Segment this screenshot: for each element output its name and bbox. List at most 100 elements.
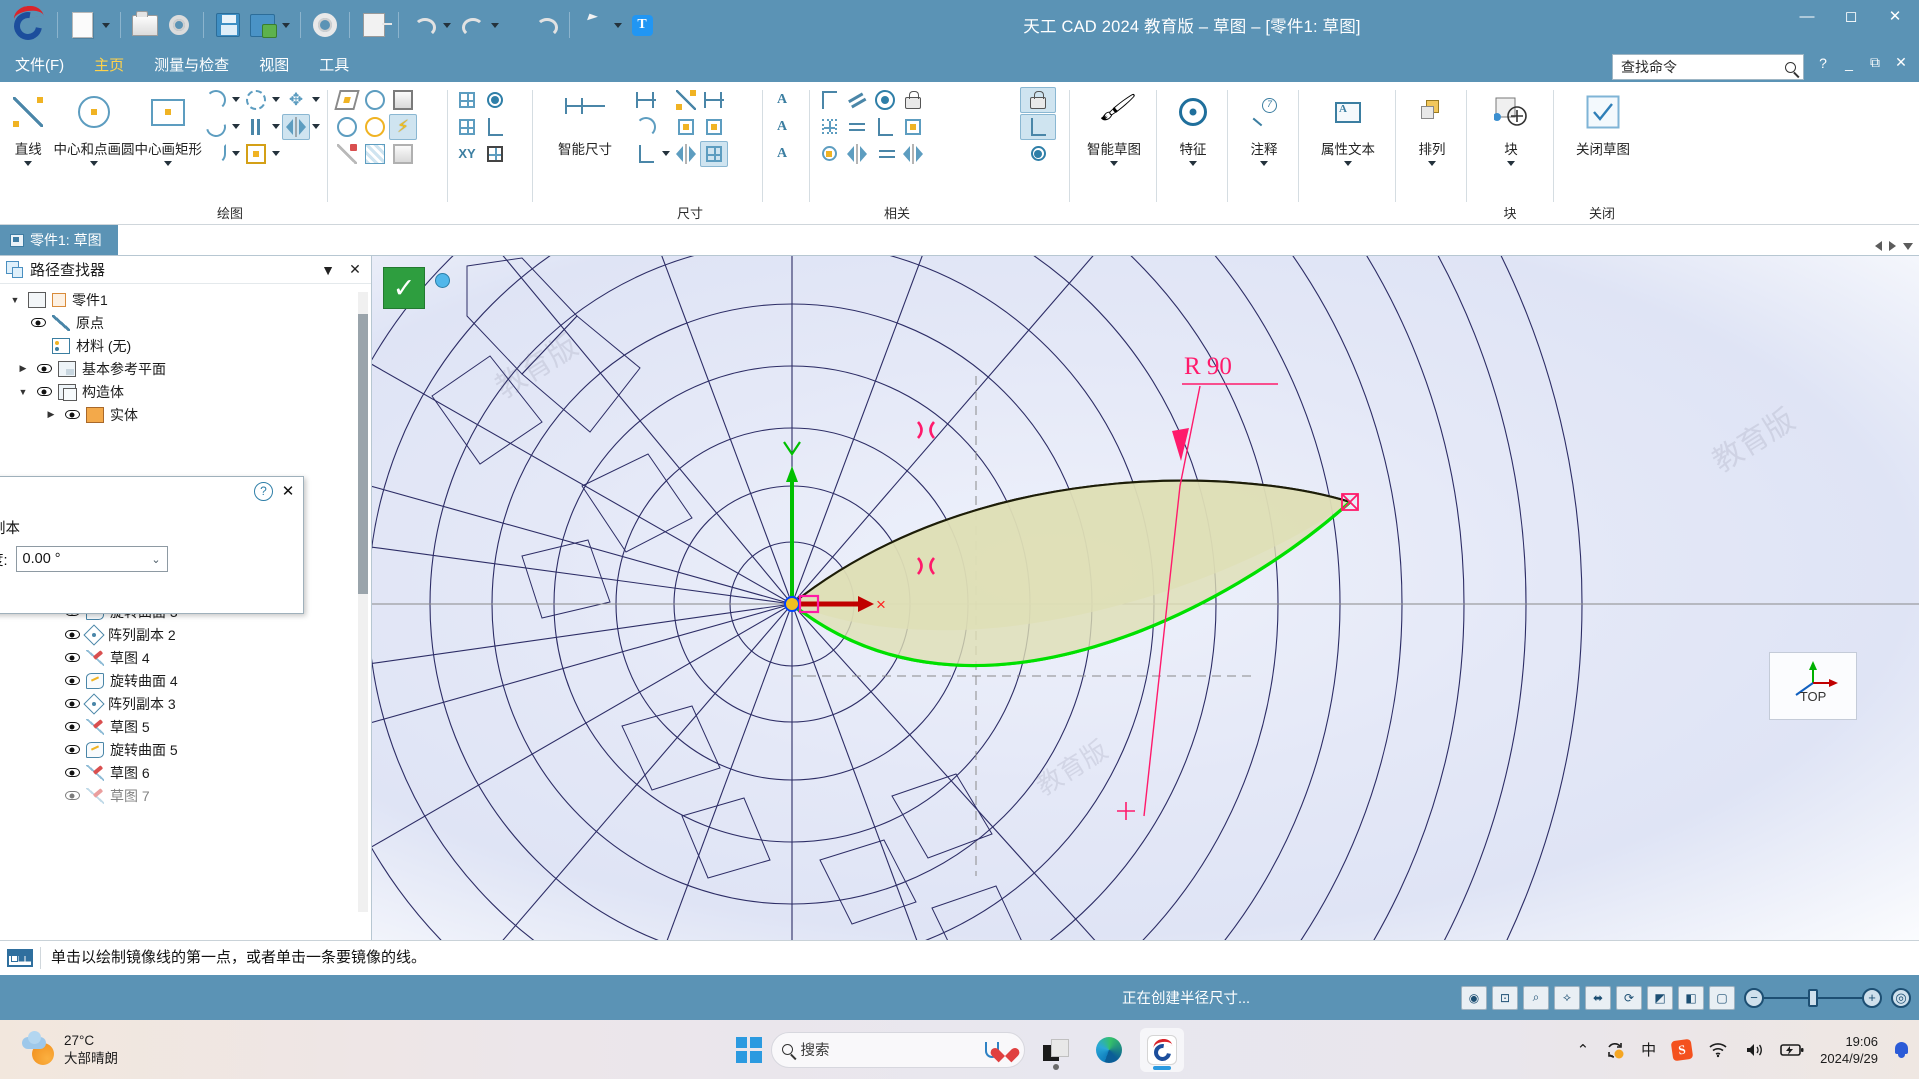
ordinate-dim-button[interactable] bbox=[632, 141, 660, 167]
extrude-button[interactable] bbox=[389, 141, 417, 167]
tree-item-origin[interactable]: 原点 bbox=[8, 311, 371, 334]
mirror-dropdown[interactable] bbox=[310, 114, 322, 140]
project-button[interactable] bbox=[333, 87, 361, 113]
ribbon-button-smart-dimension[interactable]: 智能尺寸 bbox=[538, 86, 632, 167]
expand-arrow-icon[interactable]: ▶ bbox=[16, 363, 30, 374]
zoom-track[interactable] bbox=[1818, 996, 1862, 999]
zoom-track[interactable] bbox=[1764, 996, 1808, 999]
volume-icon[interactable] bbox=[1744, 1042, 1764, 1058]
chevron-down-icon[interactable] bbox=[24, 161, 33, 166]
sketch-view-button[interactable]: ◩ bbox=[1647, 985, 1673, 1010]
chevron-down-icon[interactable] bbox=[90, 161, 98, 166]
pattern-lightning-button[interactable]: ⚡ bbox=[389, 113, 417, 140]
save-button[interactable] bbox=[211, 5, 245, 45]
recent-button[interactable] bbox=[162, 5, 196, 45]
health-heart-icon[interactable] bbox=[984, 1041, 1014, 1058]
tree-item-sketch-4[interactable]: 草图 4 bbox=[8, 646, 371, 669]
taskbar-app-file-explorer[interactable] bbox=[1034, 1028, 1078, 1072]
text-down-button[interactable]: A bbox=[768, 141, 796, 167]
midpoint-button[interactable] bbox=[815, 114, 843, 140]
chevron-down-icon[interactable]: ⌄ bbox=[151, 553, 160, 566]
symmetric-button[interactable] bbox=[843, 141, 871, 167]
visibility-eye-icon[interactable] bbox=[64, 742, 80, 758]
panel-menu-button[interactable]: ▼ bbox=[318, 262, 338, 278]
visibility-eye-icon[interactable] bbox=[30, 315, 46, 331]
visibility-eye-icon[interactable] bbox=[36, 384, 52, 400]
minimize-button[interactable]: — bbox=[1785, 0, 1829, 32]
chevron-down-icon[interactable] bbox=[1110, 161, 1118, 166]
ribbon-button-circle[interactable]: 中心和点画圆 bbox=[54, 86, 135, 167]
visibility-eye-icon[interactable] bbox=[64, 407, 80, 423]
chevron-down-icon[interactable] bbox=[1344, 161, 1352, 166]
shade-button[interactable]: ◧ bbox=[1678, 985, 1704, 1010]
next-tab-icon[interactable] bbox=[1889, 241, 1896, 251]
chevron-down-icon[interactable] bbox=[164, 161, 173, 166]
view-orientation-cube[interactable]: TOP bbox=[1769, 652, 1857, 720]
arc-dashed-dropdown[interactable] bbox=[270, 87, 282, 113]
close-button[interactable]: ✕ bbox=[1873, 0, 1917, 32]
help-button[interactable]: ? bbox=[1811, 55, 1835, 71]
save-as-dropdown[interactable] bbox=[279, 5, 293, 45]
point-line-button[interactable] bbox=[481, 114, 509, 140]
menu-item-measure[interactable]: 测量与检查 bbox=[139, 50, 244, 82]
angle-dim-button[interactable] bbox=[632, 114, 660, 140]
spline-button[interactable] bbox=[202, 141, 230, 167]
tree-item-sketch-7[interactable]: 草图 7 bbox=[8, 784, 371, 807]
point-pick-button[interactable] bbox=[481, 87, 509, 113]
delete-trim-button[interactable] bbox=[361, 87, 389, 113]
equal-button[interactable] bbox=[843, 114, 871, 140]
close-icon[interactable]: ✕ bbox=[279, 482, 297, 500]
move-button[interactable]: ✥ bbox=[282, 87, 310, 113]
trim-button[interactable] bbox=[333, 114, 361, 140]
dim-style-button[interactable] bbox=[700, 114, 728, 140]
maximize-button[interactable]: ◻ bbox=[1829, 0, 1873, 32]
tangent-button[interactable] bbox=[815, 141, 843, 167]
text-up-button[interactable]: A bbox=[768, 114, 796, 140]
menu-item-home[interactable]: 主页 bbox=[79, 50, 139, 82]
redo-dropdown[interactable] bbox=[488, 5, 502, 45]
menu-item-file[interactable]: 文件(F) bbox=[0, 50, 79, 82]
baseline-dim-button[interactable] bbox=[672, 114, 700, 140]
ribbon-button-rectangle[interactable]: 中心画矩形 bbox=[135, 86, 202, 167]
symmetric-dim-button[interactable] bbox=[672, 141, 700, 167]
offset-button[interactable] bbox=[242, 114, 270, 140]
start-icon[interactable] bbox=[735, 1036, 762, 1063]
distance-dim-button[interactable] bbox=[632, 87, 660, 113]
bell-icon[interactable] bbox=[1894, 1041, 1909, 1058]
hide-button[interactable]: ▢ bbox=[1709, 985, 1735, 1010]
zoom-slider[interactable]: − + bbox=[1744, 987, 1882, 1008]
sketch-canvas[interactable]: R 90 × 教育版 教育版 教育版 ✓ TOP bbox=[372, 256, 1919, 940]
mirror-button[interactable] bbox=[282, 113, 310, 140]
ribbon-button-smart-sketch[interactable]: 🖌 智能草图 bbox=[1075, 86, 1153, 166]
expand-arrow-icon[interactable]: ▼ bbox=[8, 295, 22, 305]
arc-dashed-button[interactable] bbox=[242, 87, 270, 113]
tree-item-material[interactable]: 材料 (无) bbox=[8, 334, 371, 357]
menu-item-tools[interactable]: 工具 bbox=[304, 50, 364, 82]
visibility-eye-icon[interactable] bbox=[64, 627, 80, 643]
find-command-input[interactable]: 查找命令 bbox=[1613, 57, 1777, 77]
relation-handle-button[interactable] bbox=[1020, 113, 1056, 140]
tree-item-solid[interactable]: ▶ 实体 bbox=[8, 403, 371, 426]
tree-scrollbar[interactable] bbox=[358, 292, 368, 912]
view-style-button[interactable]: ◉ bbox=[1461, 985, 1487, 1010]
ordinate-dim-dropdown[interactable] bbox=[660, 141, 672, 167]
tree-item-revolve-surface-4[interactable]: 旋转曲面 4 bbox=[8, 669, 371, 692]
update-icon[interactable] bbox=[1605, 1040, 1625, 1060]
accept-command-button[interactable] bbox=[384, 268, 424, 308]
ribbon-button-line[interactable]: 直线 bbox=[3, 86, 54, 167]
open-button[interactable] bbox=[128, 5, 162, 45]
ribbon-button-property-text[interactable]: 属性文本 bbox=[1304, 86, 1392, 166]
new-document-button[interactable] bbox=[65, 5, 99, 45]
taskbar-clock[interactable]: 19:06 2024/9/29 bbox=[1820, 1033, 1878, 1067]
ribbon-button-arrange[interactable]: 排列 bbox=[1401, 86, 1463, 166]
offset-dropdown[interactable] bbox=[270, 114, 282, 140]
undo-dropdown[interactable] bbox=[440, 5, 454, 45]
search-icon[interactable] bbox=[1777, 61, 1803, 73]
chevron-down-icon[interactable] bbox=[1189, 161, 1197, 166]
coordinate-dim-button[interactable] bbox=[672, 87, 700, 113]
battery-icon[interactable] bbox=[1780, 1043, 1804, 1057]
symmetric-about-button[interactable] bbox=[899, 141, 927, 167]
hatch-button[interactable] bbox=[361, 141, 389, 167]
spline-dropdown[interactable] bbox=[230, 141, 242, 167]
pan-button[interactable]: ⬌ bbox=[1585, 985, 1611, 1010]
